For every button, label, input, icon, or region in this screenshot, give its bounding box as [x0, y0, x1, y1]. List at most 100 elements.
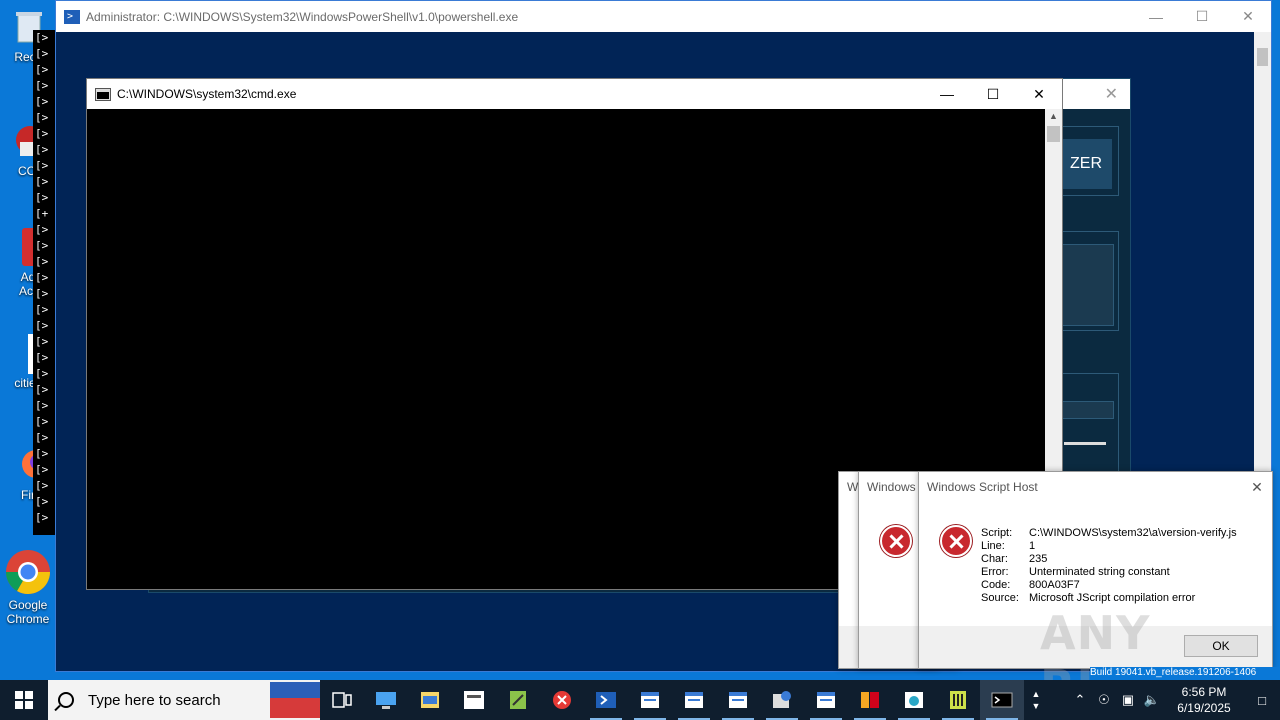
network-icon[interactable]: ▣ [1116, 692, 1140, 708]
photo-viewer-icon[interactable] [452, 680, 496, 720]
background-app-box [1054, 244, 1114, 326]
error-row-char: Char: 235 [981, 553, 1237, 566]
volume-icon[interactable]: 🔈 [1140, 692, 1164, 708]
notifications-icon[interactable]: □ [1244, 693, 1280, 708]
error-icon [940, 525, 972, 557]
console-line: [> [35, 431, 49, 444]
console-line: [> [35, 31, 49, 44]
console-line: [> [35, 191, 49, 204]
console-line: [> [35, 447, 49, 460]
error-key: Script: [981, 527, 1013, 539]
cmd-title: C:\WINDOWS\system32\cmd.exe [117, 87, 297, 101]
error-value: Unterminated string constant [1029, 566, 1170, 578]
dialog-title: Windows [867, 480, 916, 494]
console-line: [> [35, 511, 49, 524]
this-pc-icon[interactable] [364, 680, 408, 720]
console-line: [> [35, 415, 49, 428]
search-icon [58, 692, 74, 708]
error-key: Line: [981, 540, 1005, 552]
console-line: [> [35, 159, 49, 172]
media-icon[interactable] [848, 680, 892, 720]
console-line: [> [35, 367, 49, 380]
close-button[interactable]: ✕ [1016, 79, 1062, 109]
chevron-up-icon[interactable]: ⌃ [1068, 692, 1092, 708]
background-app-button-label: ZER [1070, 155, 1102, 172]
search-placeholder: Type here to search [88, 691, 221, 709]
task-view-icon[interactable] [320, 680, 364, 720]
window-icon[interactable] [672, 680, 716, 720]
powershell-titlebar[interactable]: Administrator: C:\WINDOWS\System32\Windo… [56, 1, 1271, 32]
console-line: [> [35, 223, 49, 236]
console-line: [> [35, 175, 49, 188]
window-icon[interactable] [804, 680, 848, 720]
background-app-field[interactable] [1054, 401, 1114, 419]
start-button[interactable] [0, 680, 48, 720]
taskbar-search-box[interactable]: Type here to search [48, 680, 320, 720]
error-row-source: Source: Microsoft JScript compilation err… [981, 592, 1237, 605]
close-button[interactable]: ✕ [1225, 1, 1271, 32]
close-icon[interactable]: ✕ [1242, 479, 1272, 496]
error-key: Source: [981, 592, 1019, 604]
taskbar: Type here to search ▲ ▼ ⌃ ☉ ▣ 🔈 6:56 PM 6… [0, 680, 1280, 720]
search-highlight-image [270, 682, 320, 718]
windows-logo-icon [15, 691, 33, 709]
console-line: [> [35, 271, 49, 284]
console-line: [> [35, 255, 49, 268]
console-line: [> [35, 127, 49, 140]
binary-app-icon[interactable] [936, 680, 980, 720]
system-tray: ⌃ ☉ ▣ 🔈 6:56 PM 6/19/2025 □ [1068, 680, 1280, 720]
error-value: 1 [1029, 540, 1036, 552]
error-value: 800A03F7 [1029, 579, 1080, 591]
scroll-arrows-icon[interactable]: ▲ ▼ [1024, 680, 1048, 720]
globe-app-icon[interactable] [892, 680, 936, 720]
file-explorer-icon[interactable] [408, 680, 452, 720]
console-line: [> [35, 383, 49, 396]
maximize-button[interactable]: ☐ [970, 79, 1016, 109]
notepad-plus-icon[interactable] [496, 680, 540, 720]
window-icon[interactable] [716, 680, 760, 720]
console-line: [> [35, 47, 49, 60]
error-details: Script: C:\WINDOWS\system32\a\version-ver… [981, 527, 1237, 605]
powershell-console-output: [> [> [> [> [> [> [> [> [> [> [> [+ [> [> [> [> [> [> [> [>… [33, 30, 55, 535]
console-line: [> [35, 351, 49, 364]
powershell-taskbar-icon[interactable] [584, 680, 628, 720]
desktop-icon-chrome[interactable]: Google Chrome [0, 548, 56, 626]
clock-date: 6/19/2025 [1177, 701, 1231, 715]
dialog-title: Windows Script Host [927, 480, 1038, 494]
error-row-code: Code: 800A03F7 [981, 579, 1237, 592]
window-icon[interactable] [628, 680, 672, 720]
script-host-icon[interactable] [760, 680, 804, 720]
console-line: [> [35, 399, 49, 412]
error-key: Code: [981, 579, 1011, 591]
scrollbar-thumb[interactable] [1257, 48, 1268, 66]
background-app-slider[interactable] [1064, 442, 1106, 445]
console-line: [> [35, 239, 49, 252]
console-line: [> [35, 319, 49, 332]
maximize-button[interactable]: ☐ [1179, 1, 1225, 32]
minimize-button[interactable]: — [924, 79, 970, 109]
desktop-icon-label: Google Chrome [6, 598, 50, 626]
error-key: Char: [981, 553, 1008, 565]
error-value: Microsoft JScript compilation error [1029, 592, 1196, 604]
error-app-icon[interactable] [540, 680, 584, 720]
console-line: [+ [35, 207, 49, 220]
build-info: Build 19041.vb_release.191206-1406 [1090, 667, 1280, 680]
cmd-icon [95, 87, 111, 101]
scroll-up-arrow-icon[interactable]: ▲ [1049, 111, 1058, 121]
powershell-icon [64, 9, 80, 24]
console-line: [> [35, 479, 49, 492]
close-icon[interactable]: ✕ [1105, 84, 1118, 104]
error-row-script: Script: C:\WINDOWS\system32\a\version-ver… [981, 527, 1237, 540]
cmd-taskbar-icon[interactable] [980, 680, 1024, 720]
minimize-button[interactable]: — [1133, 1, 1179, 32]
cmd-titlebar[interactable]: C:\WINDOWS\system32\cmd.exe — ☐ ✕ [87, 79, 1062, 109]
scrollbar-thumb[interactable] [1047, 126, 1060, 142]
console-line: [> [35, 143, 49, 156]
powershell-title: Administrator: C:\WINDOWS\System32\Windo… [86, 9, 519, 24]
security-icon[interactable]: ☉ [1092, 692, 1116, 708]
error-value: 235 [1029, 553, 1048, 565]
clock[interactable]: 6:56 PM 6/19/2025 [1164, 684, 1244, 716]
console-line: [> [35, 63, 49, 76]
error-row-line: Line: 1 [981, 540, 1237, 553]
console-line: [> [35, 303, 49, 316]
